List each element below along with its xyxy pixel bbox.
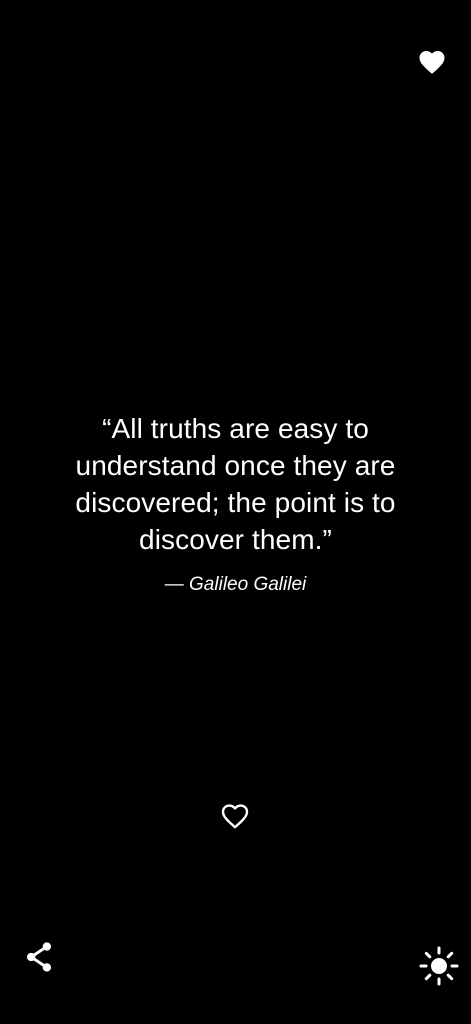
share-icon [26,942,52,972]
heart-filled-icon [419,51,445,74]
share-button[interactable] [20,938,58,976]
favorites-button[interactable] [415,44,449,78]
sun-icon [419,946,459,986]
like-button[interactable] [217,797,253,833]
quote-author: — Galileo Galilei [164,574,307,595]
quote-text: “All truths are easy to understand once … [75,413,396,555]
heart-outline-icon [221,804,249,829]
theme-toggle-button[interactable] [415,942,463,990]
quote-block: “All truths are easy to understand once … [40,410,431,598]
